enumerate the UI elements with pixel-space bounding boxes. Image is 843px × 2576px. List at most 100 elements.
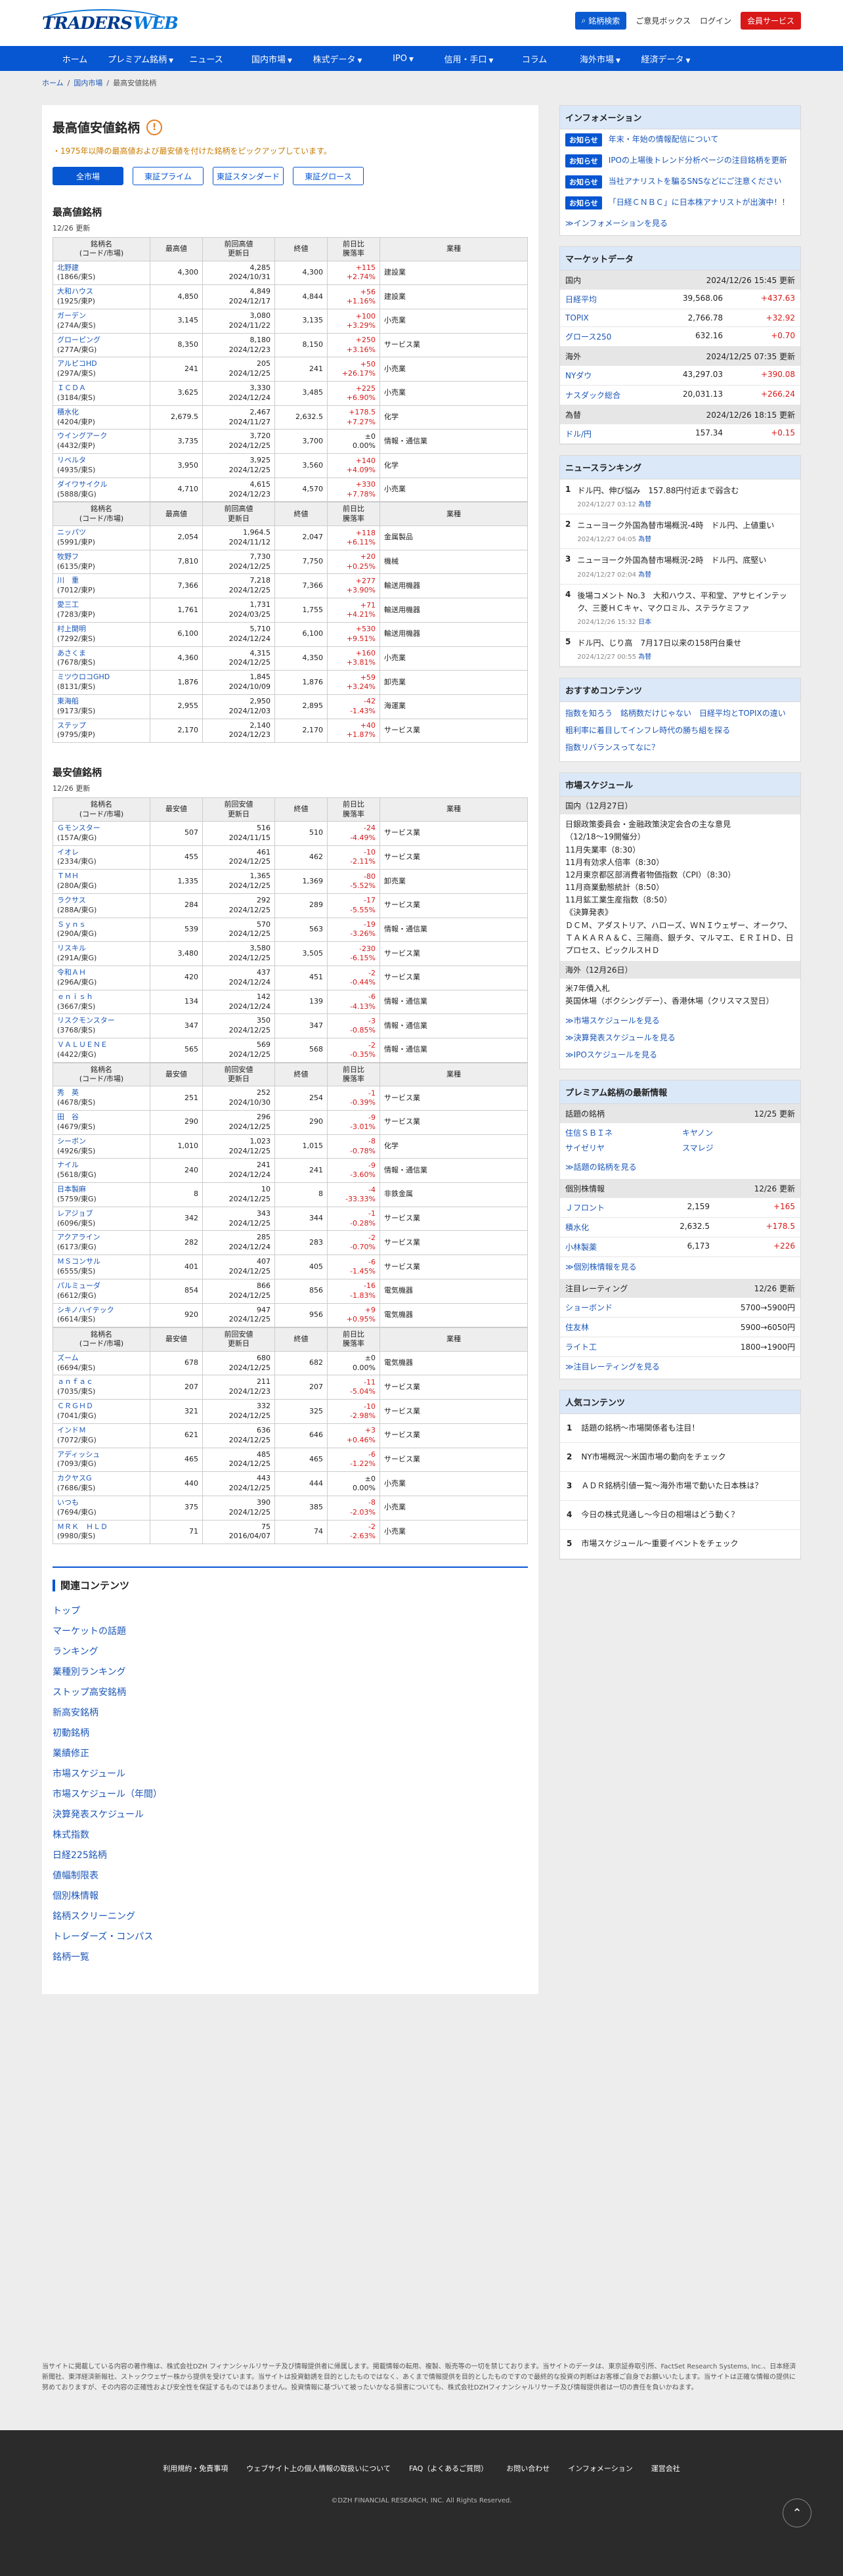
related-link[interactable]: 市場スケジュール（年間） bbox=[53, 1785, 528, 1805]
news-title[interactable]: ドル円、じり高 7月17日以来の158円台乗せ bbox=[577, 637, 741, 650]
nav-premium[interactable]: プレミアム銘柄 ▼ bbox=[108, 53, 173, 65]
rating-stock-link[interactable]: ショーボンド bbox=[565, 1302, 657, 1313]
stock-link[interactable]: ＭＳコンサル bbox=[57, 1257, 146, 1267]
tab-prime[interactable]: 東証プライム bbox=[133, 167, 204, 185]
stock-link[interactable]: 川 重 bbox=[57, 576, 146, 586]
stock-link[interactable]: 日本製麻 bbox=[57, 1185, 146, 1195]
nav-stock-data[interactable]: 株式データ ▼ bbox=[305, 53, 370, 65]
stock-link[interactable]: カクヤスG bbox=[57, 1474, 146, 1484]
topic-stock-link[interactable]: キヤノン bbox=[682, 1127, 795, 1138]
tab-standard[interactable]: 東証スタンダード bbox=[213, 167, 284, 185]
news-category[interactable]: 為替 bbox=[638, 501, 651, 508]
stock-search-button[interactable]: ⌕ 銘柄検索 bbox=[574, 12, 627, 30]
market-index-link[interactable]: NYダウ bbox=[565, 370, 644, 381]
popular-link[interactable]: NY市場概況〜米国市場の動向をチェック bbox=[581, 1451, 725, 1463]
nav-home[interactable]: ホーム bbox=[42, 53, 108, 65]
rating-stock-link[interactable]: 住友林 bbox=[565, 1321, 657, 1333]
nav-margin[interactable]: 信用・手口 ▼ bbox=[436, 53, 502, 65]
stock-link[interactable]: リベルタ bbox=[57, 456, 146, 466]
market-index-link[interactable]: ナスダック総合 bbox=[565, 389, 644, 401]
popular-link[interactable]: 話題の銘柄〜市場関係者も注目！ bbox=[581, 1422, 699, 1434]
market-index-link[interactable]: 日経平均 bbox=[565, 294, 644, 305]
info-link[interactable]: 「日経ＣＮＢＣ」に日本株アナリストが出演中！！ bbox=[609, 196, 790, 209]
news-title[interactable]: ドル円、伸び悩み 157.88円付近まで弱含む bbox=[577, 485, 739, 497]
news-title[interactable]: ニューヨーク外国為替市場概況-4時 ドル円、上値重い bbox=[577, 520, 774, 532]
related-link[interactable]: ランキング bbox=[53, 1642, 528, 1662]
stock-link[interactable]: ｅｎｉｓｈ bbox=[57, 992, 146, 1002]
stock-link[interactable]: アクアライン bbox=[57, 1233, 146, 1243]
stock-link[interactable]: インドＭ bbox=[57, 1426, 146, 1436]
market-index-link[interactable]: グロース250 bbox=[565, 331, 644, 342]
stock-link[interactable]: Ｇモンスター bbox=[57, 824, 146, 833]
stock-link[interactable]: 秀 英 bbox=[57, 1088, 146, 1098]
stock-link[interactable]: 東海船 bbox=[57, 697, 146, 707]
stock-link[interactable]: ステップ bbox=[57, 721, 146, 731]
topic-stock-link[interactable]: サイゼリヤ bbox=[565, 1142, 678, 1153]
stock-link[interactable]: あさくま bbox=[57, 649, 146, 659]
related-link[interactable]: 個別株情報 bbox=[53, 1886, 528, 1907]
stock-link[interactable]: ＴＭＨ bbox=[57, 872, 146, 881]
footer-info[interactable]: インフォメーション bbox=[568, 2463, 632, 2474]
footer-privacy[interactable]: ウェブサイト上の個人情報の取扱いについて bbox=[246, 2463, 391, 2474]
crumb-home[interactable]: ホーム bbox=[42, 78, 64, 88]
feedback-link[interactable]: ご意見ボックス bbox=[636, 15, 691, 26]
site-logo[interactable]: TRADERS WEB bbox=[42, 12, 179, 35]
footer-contact[interactable]: お問い合わせ bbox=[506, 2463, 550, 2474]
rating-more-link[interactable]: ≫注目レーティングを見る bbox=[565, 1362, 660, 1371]
stock-link[interactable]: ＣＲＧＨＤ bbox=[57, 1402, 146, 1411]
back-to-top-icon[interactable]: ⌃ bbox=[783, 2498, 811, 2527]
related-link[interactable]: 新高安銘柄 bbox=[53, 1703, 528, 1723]
stock-link[interactable]: シーボン bbox=[57, 1137, 146, 1147]
stock-link[interactable]: 愛三工 bbox=[57, 600, 146, 610]
stock-link[interactable]: いつも bbox=[57, 1498, 146, 1508]
footer-company[interactable]: 運営会社 bbox=[651, 2463, 680, 2474]
stock-link[interactable]: ガーデン bbox=[57, 311, 146, 321]
info-link[interactable]: 当社アナリストを騙るSNSなどにご注意ください bbox=[609, 175, 782, 188]
related-link[interactable]: 市場スケジュール bbox=[53, 1764, 528, 1785]
news-category[interactable]: 為替 bbox=[638, 571, 651, 579]
related-link[interactable]: 初動銘柄 bbox=[53, 1723, 528, 1744]
related-link[interactable]: 業績修正 bbox=[53, 1744, 528, 1764]
stock-link[interactable]: リスクモンスター bbox=[57, 1016, 146, 1026]
kabu-stock-link[interactable]: Ｊフロント bbox=[565, 1202, 657, 1213]
related-link[interactable]: 値幅制限表 bbox=[53, 1866, 528, 1886]
stock-link[interactable]: ダイワサイクル bbox=[57, 480, 146, 490]
stock-link[interactable]: 大和ハウス bbox=[57, 287, 146, 297]
related-link[interactable]: ストップ高安銘柄 bbox=[53, 1683, 528, 1703]
tab-all[interactable]: 全市場 bbox=[53, 167, 123, 185]
related-link[interactable]: 銘柄スクリーニング bbox=[53, 1907, 528, 1927]
topic-stock-link[interactable]: 住信ＳＢＩネ bbox=[565, 1127, 678, 1138]
news-title[interactable]: ニューヨーク外国為替市場概況-2時 ドル円、底堅い bbox=[577, 554, 766, 567]
related-link[interactable]: マーケットの話題 bbox=[53, 1622, 528, 1642]
news-category[interactable]: 日本 bbox=[638, 619, 651, 626]
nav-column[interactable]: コラム bbox=[502, 53, 567, 65]
stock-link[interactable]: イオレ bbox=[57, 848, 146, 858]
kabu-more-link[interactable]: ≫個別株情報を見る bbox=[565, 1262, 637, 1272]
stock-link[interactable]: ＭＲＫ ＨＬＤ bbox=[57, 1522, 146, 1532]
related-link[interactable]: 日経225銘柄 bbox=[53, 1846, 528, 1866]
news-category[interactable]: 為替 bbox=[638, 654, 651, 661]
popular-link[interactable]: ＡＤＲ銘柄引値一覧〜海外市場で動いた日本株は？ bbox=[581, 1480, 762, 1492]
stock-link[interactable]: ズーム bbox=[57, 1354, 146, 1364]
stock-link[interactable]: ＩＣＤＡ bbox=[57, 384, 146, 393]
stock-link[interactable]: ラクサス bbox=[57, 896, 146, 906]
stock-link[interactable]: 村上開明 bbox=[57, 625, 146, 634]
stock-link[interactable]: パルミューダ bbox=[57, 1281, 146, 1291]
stock-link[interactable]: Ｓｙｎｓ bbox=[57, 920, 146, 930]
nav-news[interactable]: ニュース bbox=[173, 53, 239, 65]
recommend-link[interactable]: 粗利率に着目してインフレ時代の勝ち組を探る bbox=[560, 722, 800, 739]
nav-economy[interactable]: 経済データ ▼ bbox=[633, 53, 699, 65]
stock-link[interactable]: アルピコHD bbox=[57, 359, 146, 369]
related-link[interactable]: 決算発表スケジュール bbox=[53, 1805, 528, 1825]
schedule-link[interactable]: ≫決算発表スケジュールを見る bbox=[560, 1029, 800, 1046]
market-index-link[interactable]: TOPIX bbox=[565, 313, 644, 322]
stock-link[interactable]: ミツウロコGHD bbox=[57, 673, 146, 682]
stock-link[interactable]: ナイル bbox=[57, 1161, 146, 1170]
related-link[interactable]: トップ bbox=[53, 1601, 528, 1622]
popular-link[interactable]: 今日の株式見通し〜今日の相場はどう動く？ bbox=[581, 1509, 739, 1521]
recommend-link[interactable]: 指数を知ろう 銘柄数だけじゃない 日経平均とTOPIXの違い bbox=[560, 705, 800, 722]
schedule-link[interactable]: ≫市場スケジュールを見る bbox=[560, 1012, 800, 1029]
stock-link[interactable]: 北野建 bbox=[57, 263, 146, 273]
info-more-link[interactable]: ≫インフォメーションを見る bbox=[565, 219, 668, 228]
stock-link[interactable]: レアジョブ bbox=[57, 1209, 146, 1219]
